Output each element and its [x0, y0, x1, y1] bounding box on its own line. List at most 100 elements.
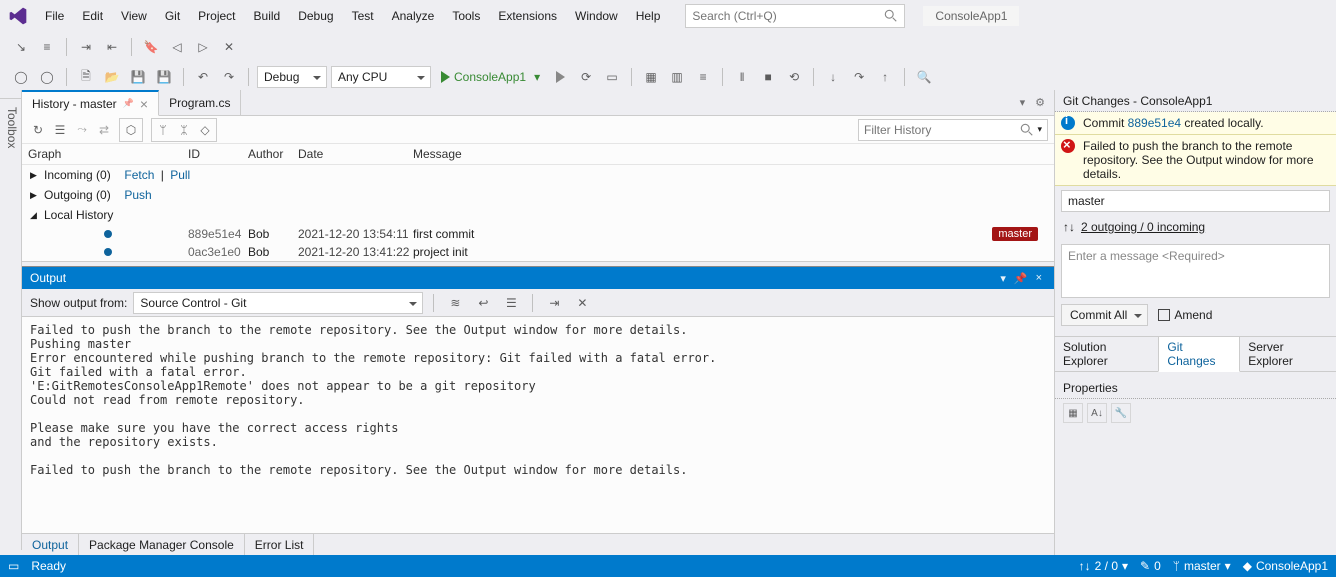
bookmark-clear-icon[interactable]: ✕	[218, 36, 240, 58]
hot-reload-icon[interactable]: ⟳	[575, 66, 597, 88]
filter-icon[interactable]: ⤳	[72, 120, 92, 140]
status-sync[interactable]: ↑↓ 2 / 0 ▾	[1079, 559, 1128, 573]
status-pending[interactable]: ✎ 0	[1140, 559, 1161, 573]
output-text[interactable]: Failed to push the branch to the remote …	[22, 317, 1054, 533]
filter-history-input[interactable]	[864, 123, 1020, 137]
menu-git[interactable]: Git	[156, 2, 189, 30]
menu-view[interactable]: View	[112, 2, 156, 30]
indent-icon[interactable]: ⇥	[75, 36, 97, 58]
gear-icon[interactable]: ⚙	[1032, 96, 1048, 109]
close-icon[interactable]: ×	[1032, 272, 1046, 284]
open-icon[interactable]: 📂	[101, 66, 123, 88]
start-button[interactable]: ConsoleApp1▾	[435, 66, 546, 88]
solution-name[interactable]: ConsoleApp1	[923, 6, 1019, 26]
local-history-group[interactable]: ◢ Local History	[22, 205, 1054, 225]
tab-solution-explorer[interactable]: Solution Explorer	[1055, 337, 1158, 371]
bookmark-next-icon[interactable]: ▷	[192, 36, 214, 58]
outdent-icon[interactable]: ⇤	[101, 36, 123, 58]
back-icon[interactable]: ◯	[10, 66, 32, 88]
step-into-icon[interactable]: ↓	[822, 66, 844, 88]
tab-pkg-mgr[interactable]: Package Manager Console	[79, 534, 245, 555]
restart-icon[interactable]: ⟲	[783, 66, 805, 88]
dropdown-icon[interactable]: ▾	[1017, 96, 1029, 109]
search-input[interactable]	[692, 9, 884, 23]
menu-window[interactable]: Window	[566, 2, 627, 30]
stop-icon[interactable]: ■	[757, 66, 779, 88]
wrap-icon[interactable]: ↩	[472, 292, 494, 314]
step-out-icon[interactable]: ↑	[874, 66, 896, 88]
status-branch[interactable]: ᛘ master ▾	[1173, 559, 1231, 573]
tool-icon-3[interactable]: ≡	[692, 66, 714, 88]
clear-all-icon[interactable]: ✕	[571, 292, 593, 314]
output-window-icon[interactable]: ▭	[8, 559, 19, 573]
clear-icon[interactable]: ≋	[444, 292, 466, 314]
pause-icon[interactable]: ‖	[731, 66, 753, 88]
menu-analyze[interactable]: Analyze	[383, 2, 444, 30]
compare-icon[interactable]: ⇄	[94, 120, 114, 140]
menu-help[interactable]: Help	[627, 2, 670, 30]
step-over-icon[interactable]: ↷	[848, 66, 870, 88]
bookmark-icon[interactable]: 🔖	[140, 36, 162, 58]
branch-all-icon[interactable]: ᛯ	[174, 120, 194, 140]
browse-icon[interactable]: ▭	[601, 66, 623, 88]
tab-error-list[interactable]: Error List	[245, 534, 315, 555]
find-icon[interactable]: 🔍	[913, 66, 935, 88]
wrench-icon[interactable]: 🔧	[1111, 403, 1131, 423]
output-source-dropdown[interactable]: Source Control - Git	[133, 292, 423, 314]
commit-message-box[interactable]: Enter a message <Required>	[1061, 244, 1330, 298]
save-icon[interactable]: 💾	[127, 66, 149, 88]
list-icon[interactable]: ☰	[50, 120, 70, 140]
tab-output[interactable]: Output	[22, 534, 79, 555]
sql-object-explorer-tab[interactable]: SQL Server Object Explorer	[0, 98, 3, 550]
pull-link[interactable]: Pull	[170, 168, 190, 182]
incoming-group[interactable]: ▶ Incoming (0) Fetch | Pull	[22, 165, 1054, 185]
status-app[interactable]: ◆ ConsoleApp1	[1243, 559, 1328, 573]
menu-build[interactable]: Build	[245, 2, 290, 30]
menu-edit[interactable]: Edit	[73, 2, 112, 30]
redo-icon[interactable]: ↷	[218, 66, 240, 88]
tool-icon-1[interactable]: ▦	[640, 66, 662, 88]
commit-row[interactable]: 889e51e4 Bob 2021-12-20 13:54:11 first c…	[22, 225, 1054, 243]
close-icon[interactable]: ×	[140, 96, 148, 112]
outgoing-group[interactable]: ▶ Outgoing (0) Push	[22, 185, 1054, 205]
alpha-sort-icon[interactable]: A↓	[1087, 403, 1107, 423]
menu-extensions[interactable]: Extensions	[489, 2, 566, 30]
commit-all-button[interactable]: Commit All	[1061, 304, 1148, 326]
push-link[interactable]: Push	[124, 188, 151, 202]
menu-test[interactable]: Test	[343, 2, 383, 30]
amend-checkbox[interactable]: Amend	[1158, 308, 1212, 322]
menu-debug[interactable]: Debug	[289, 2, 342, 30]
categorize-icon[interactable]: ▦	[1063, 403, 1083, 423]
fetch-link[interactable]: Fetch	[124, 168, 154, 182]
navigate-icon[interactable]: ↘	[10, 36, 32, 58]
pin-icon[interactable]: 📌	[123, 98, 134, 109]
commit-link[interactable]: 889e51e4	[1128, 116, 1181, 130]
indent-icon[interactable]: ⇥	[543, 292, 565, 314]
commit-row[interactable]: 0ac3e1e0 Bob 2021-12-20 13:41:22 project…	[22, 243, 1054, 261]
pin-icon[interactable]: 📌	[1010, 272, 1032, 285]
bookmark-prev-icon[interactable]: ◁	[166, 36, 188, 58]
new-project-icon[interactable]: 🗎	[75, 66, 97, 88]
menu-tools[interactable]: Tools	[443, 2, 489, 30]
sync-link[interactable]: 2 outgoing / 0 incoming	[1081, 220, 1205, 234]
filter-history-box[interactable]: ▾	[858, 119, 1048, 141]
platform-dropdown[interactable]: Any CPU	[331, 66, 431, 88]
tab-program[interactable]: Program.cs	[159, 90, 241, 116]
window-dropdown-icon[interactable]: ▾	[996, 272, 1010, 285]
tab-server-explorer[interactable]: Server Explorer	[1240, 337, 1336, 371]
sync-icon[interactable]: ↑↓	[1063, 220, 1075, 234]
tool-icon-2[interactable]: ▥	[666, 66, 688, 88]
search-box[interactable]	[685, 4, 905, 28]
tab-git-changes[interactable]: Git Changes	[1158, 337, 1240, 372]
graph-icon[interactable]: ⬡	[121, 120, 141, 140]
toolbox-tab[interactable]: Toolbox	[3, 98, 21, 550]
menu-file[interactable]: File	[36, 2, 73, 30]
tag-icon[interactable]: ◇	[195, 120, 215, 140]
branch-simple-icon[interactable]: ᛘ	[153, 120, 173, 140]
undo-icon[interactable]: ↶	[192, 66, 214, 88]
forward-icon[interactable]: ◯	[36, 66, 58, 88]
menu-project[interactable]: Project	[189, 2, 244, 30]
config-dropdown[interactable]: Debug	[257, 66, 327, 88]
branch-selector[interactable]: master	[1061, 190, 1330, 212]
tab-history[interactable]: History - master 📌 ×	[22, 90, 159, 116]
